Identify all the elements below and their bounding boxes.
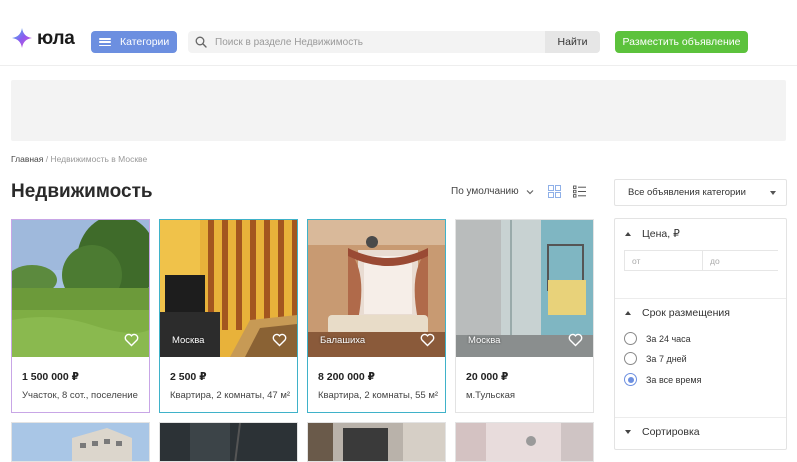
- price-from-input[interactable]: [625, 251, 702, 270]
- page-title: Недвижимость: [11, 181, 153, 202]
- sort-dropdown[interactable]: По умолчанию: [451, 186, 534, 197]
- listing-card[interactable]: Москва 2 500 ₽ Квартира, 2 комнаты, 47 м…: [159, 219, 298, 413]
- heart-icon[interactable]: [272, 333, 287, 347]
- listing-location: Балашиха: [320, 335, 366, 346]
- caret-down-icon: [770, 191, 776, 195]
- listing-card[interactable]: [11, 422, 150, 462]
- period-option-label: За все время: [646, 374, 702, 385]
- find-button[interactable]: Найти: [545, 31, 600, 53]
- listing-photo: [308, 423, 445, 461]
- period-filter-header[interactable]: Срок размещения: [625, 307, 730, 319]
- listing-card[interactable]: [159, 422, 298, 462]
- listing-title: Квартира, 2 комнаты, 47 м²: [170, 390, 290, 401]
- grid-view-icon[interactable]: [548, 185, 561, 198]
- listing-price: 20 000 ₽: [466, 371, 509, 383]
- price-filter-header[interactable]: Цена, ₽: [625, 228, 680, 240]
- listing-card[interactable]: [455, 422, 594, 462]
- period-option-label: За 7 дней: [646, 353, 687, 364]
- ad-banner: [11, 80, 786, 141]
- period-option-24h[interactable]: За 24 часа: [624, 332, 691, 345]
- heart-icon[interactable]: [420, 333, 435, 347]
- expand-icon: [625, 430, 631, 434]
- listing-card[interactable]: Балашиха 8 200 000 ₽ Квартира, 2 комнаты…: [307, 219, 446, 413]
- heart-icon[interactable]: [568, 333, 583, 347]
- post-ad-button[interactable]: Разместить объявление: [615, 31, 748, 53]
- radio-button-selected[interactable]: [624, 373, 637, 386]
- listing-title: м.Тульская: [466, 390, 516, 401]
- listing-card[interactable]: Москва 20 000 ₽ м.Тульская: [455, 219, 594, 413]
- filters-panel: Цена, ₽ Срок размещения За 24 часа За 7 …: [614, 218, 787, 450]
- heart-icon[interactable]: [124, 333, 139, 347]
- price-to-input[interactable]: [702, 251, 779, 270]
- divider: [615, 298, 786, 299]
- price-filter-title: Цена, ₽: [642, 228, 680, 240]
- listing-title: Участок, 8 сот., поселение: [22, 390, 138, 401]
- list-view-icon[interactable]: [573, 185, 586, 198]
- search-icon: [195, 36, 207, 48]
- period-option-all[interactable]: За все время: [624, 373, 701, 386]
- radio-button[interactable]: [624, 352, 637, 365]
- listing-price: 8 200 000 ₽: [318, 371, 375, 383]
- categories-button-label: Категории: [120, 36, 170, 48]
- sort-label: По умолчанию: [451, 186, 519, 197]
- period-option-label: За 24 часа: [646, 333, 691, 344]
- radio-button[interactable]: [624, 332, 637, 345]
- period-filter-title: Срок размещения: [642, 307, 730, 319]
- listing-photo: [12, 423, 149, 461]
- search-input[interactable]: [215, 31, 545, 53]
- price-range: [624, 250, 779, 271]
- listing-card[interactable]: [307, 422, 446, 462]
- categories-button[interactable]: Категории: [91, 31, 177, 53]
- breadcrumb-current: Недвижимость в Москве: [50, 154, 148, 164]
- listing-photo: [456, 423, 593, 461]
- sorting-filter-header[interactable]: Сортировка: [625, 426, 700, 438]
- logo[interactable]: юла: [11, 27, 75, 49]
- collapse-icon: [625, 232, 631, 236]
- category-select-value: Все объявления категории: [628, 187, 746, 198]
- category-select[interactable]: Все объявления категории: [614, 179, 787, 206]
- header: юла Категории Найти Разместить объявлени…: [0, 0, 797, 66]
- collapse-icon: [625, 311, 631, 315]
- period-option-7d[interactable]: За 7 дней: [624, 352, 687, 365]
- listing-location: Москва: [468, 335, 501, 346]
- listing-price: 2 500 ₽: [170, 371, 207, 383]
- listing-title: Квартира, 2 комнаты, 55 м²: [318, 390, 438, 401]
- breadcrumb-home[interactable]: Главная: [11, 154, 43, 164]
- listing-price: 1 500 000 ₽: [22, 371, 79, 383]
- listing-card[interactable]: 1 500 000 ₽ Участок, 8 сот., поселение: [11, 219, 150, 413]
- logo-star-icon: [12, 28, 32, 48]
- listing-photo: [160, 423, 297, 461]
- sorting-filter-title: Сортировка: [642, 426, 700, 438]
- divider: [615, 417, 786, 418]
- breadcrumb: Главная / Недвижимость в Москве: [11, 154, 147, 164]
- search-bar: Найти: [188, 31, 600, 53]
- chevron-down-icon: [526, 189, 534, 194]
- listing-location: Москва: [172, 335, 205, 346]
- logo-text: юла: [37, 27, 75, 49]
- menu-icon: [99, 38, 111, 46]
